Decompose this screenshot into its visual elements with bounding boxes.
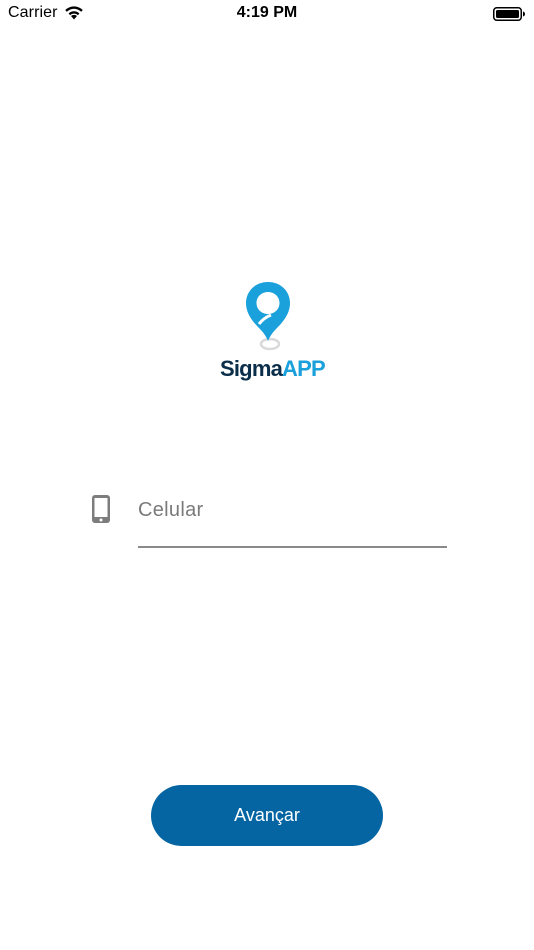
logo-wordmark: SigmaAPP <box>220 356 326 382</box>
phone-input[interactable] <box>138 488 447 532</box>
mobile-phone-icon <box>92 495 110 523</box>
status-time: 4:19 PM <box>236 4 298 21</box>
app-logo: SigmaAPP <box>216 280 326 381</box>
status-bar: Carrier 4:19 PM <box>0 0 534 30</box>
logo-text-sigma: Sigma <box>220 356 283 381</box>
phone-field <box>138 488 447 548</box>
map-pin-icon <box>246 282 290 351</box>
advance-button[interactable]: Avançar <box>151 785 383 846</box>
logo-text-app: APP <box>282 356 326 381</box>
battery-icon <box>493 7 525 21</box>
phone-input-underline <box>138 546 447 548</box>
